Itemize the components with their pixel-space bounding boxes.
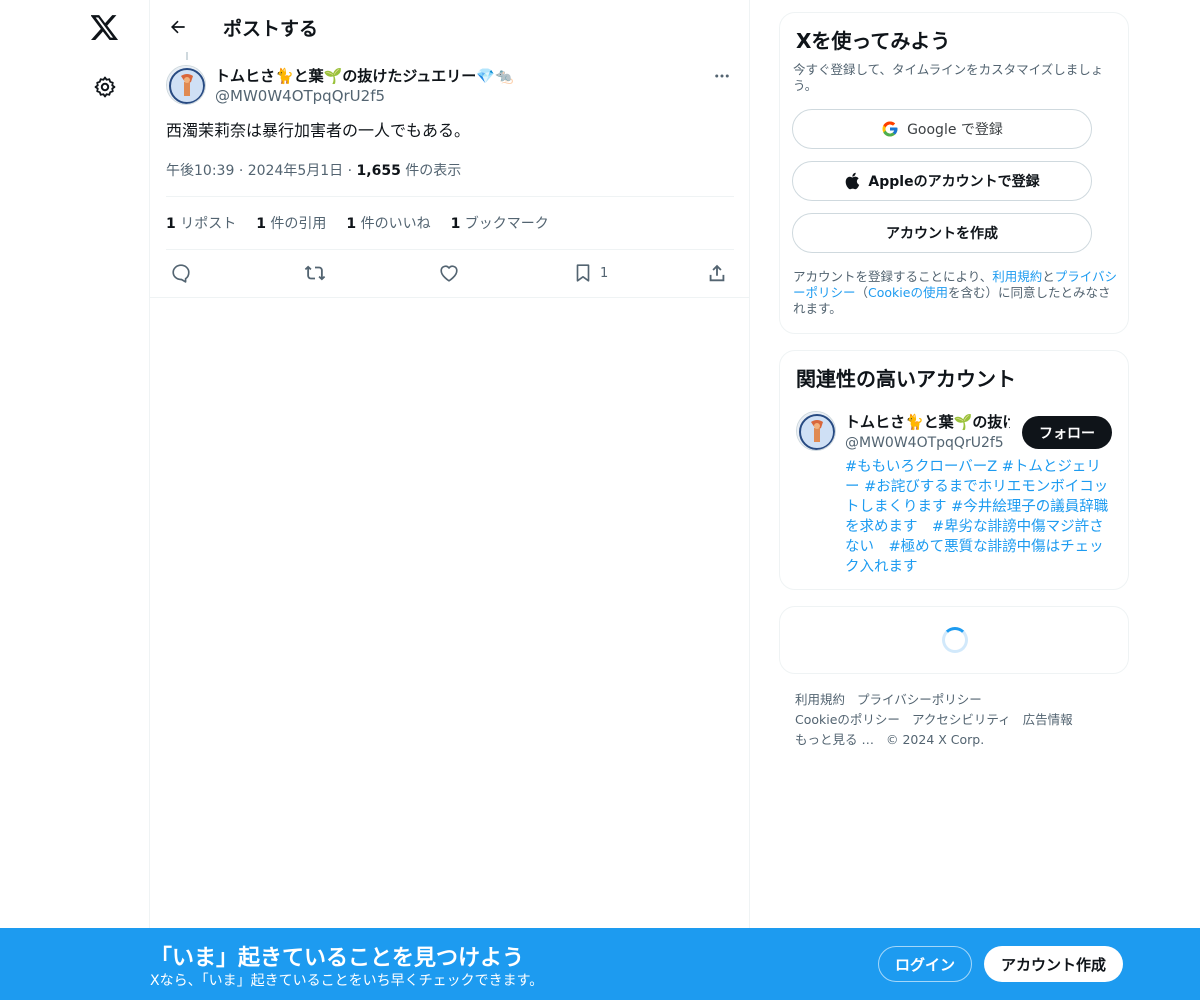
terms-mid: （ (855, 285, 869, 300)
bookmark-icon (576, 264, 590, 282)
banner-subtitle: Xなら、「いま」起きていることをいち早くチェックできます。 (150, 973, 544, 989)
terms-prefix: アカウントを登録することにより、 (793, 269, 993, 284)
tweet-actions: 1 (166, 260, 734, 286)
quotes-stat[interactable]: 1 件の引用 (256, 213, 326, 233)
arrow-left-icon (171, 20, 185, 34)
x-logo-icon[interactable] (80, 8, 130, 48)
related-account-handle[interactable]: @MW0W4OTpqQrU2f5 (845, 435, 1004, 451)
tweet-text: 西濁茉莉奈は暴行加害者の一人でもある。 (166, 121, 471, 140)
trends-loading-card (779, 606, 1129, 674)
tweet-date[interactable]: 2024年5月1日 (248, 163, 343, 179)
google-signup-label: Google で登録 (907, 122, 1003, 138)
back-button[interactable] (162, 11, 194, 43)
views-label: 件の表示 (400, 163, 462, 179)
divider (166, 196, 734, 197)
thread-line (186, 52, 188, 60)
more-button[interactable] (710, 64, 734, 88)
author-handle[interactable]: @MW0W4OTpqQrU2f5 (215, 87, 385, 105)
author-name[interactable]: トムヒさ🐈と葉🌱の抜けたジュエリー💎🐀 (215, 65, 514, 86)
likes-stat[interactable]: 1 件のいいね (346, 213, 430, 233)
signup-title: Xを使ってみよう (796, 29, 951, 53)
divider (166, 249, 734, 250)
reposts-count: 1 (166, 216, 176, 232)
bookmarks-stat[interactable]: 1 ブックマーク (451, 213, 549, 233)
share-button[interactable] (706, 260, 728, 286)
footer-more-link[interactable]: もっと見る … (795, 732, 874, 747)
terms-and: と (1042, 269, 1055, 284)
bookmark-button[interactable]: 1 (572, 260, 608, 286)
like-button[interactable] (438, 260, 460, 286)
bookmarks-count: 1 (450, 216, 461, 232)
repost-icon (304, 265, 326, 281)
signup-subtitle: 今すぐ登録して、タイムラインをカスタマイズしましょう。 (793, 62, 1104, 93)
follow-button[interactable]: フォロー (1022, 416, 1112, 449)
main-column: ポストする トムヒさ🐈と葉🌱の抜けたジュエリー💎🐀 @MW0W4OTpqQrU2… (149, 0, 750, 1000)
create-account-label: アカウントを作成 (886, 226, 998, 242)
create-account-button[interactable]: アカウントを作成 (792, 213, 1092, 253)
tweet-stats: 1 リポスト 1 件の引用 1 件のいいね 1 ブックマーク (166, 213, 549, 233)
avatar[interactable] (166, 65, 206, 105)
login-button[interactable]: ログイン (878, 946, 972, 982)
gear-icon[interactable] (85, 67, 125, 107)
avatar[interactable] (796, 411, 836, 451)
bookmark-count: 1 (600, 265, 609, 281)
apple-icon (846, 172, 860, 190)
related-account-name[interactable]: トムヒさ🐈と葉🌱の抜けたジュエリー💎🐀 (845, 411, 1010, 432)
divider (150, 297, 750, 298)
footer-cookie-link[interactable]: Cookieのポリシー (795, 712, 900, 727)
likes-count: 1 (346, 216, 357, 232)
footer-ads-link[interactable]: 広告情報 (1023, 712, 1073, 727)
banner-signup-button[interactable]: アカウント作成 (984, 946, 1123, 982)
related-title: 関連性の高いアカウント (796, 367, 1016, 391)
signup-banner: 「いま」起きていることを見つけよう Xなら、「いま」起きていることをいち早くチェ… (0, 928, 1200, 1000)
apple-signup-button[interactable]: Appleのアカウントで登録 (792, 161, 1092, 201)
related-account-bio[interactable]: #ももいろクローバーZ #トムとジェリー #お詫びするまでホリエモンボイコットし… (845, 457, 1115, 577)
google-icon (882, 121, 898, 137)
quotes-count: 1 (256, 216, 266, 232)
reposts-stat[interactable]: 1 リポスト (166, 213, 236, 233)
heart-icon (440, 265, 458, 282)
bookmarks-label: ブックマーク (460, 216, 549, 232)
footer-accessibility-link[interactable]: アクセシビリティ (912, 712, 1011, 727)
likes-label: 件のいいね (356, 216, 431, 232)
footer-links: 利用規約 プライバシーポリシー Cookieのポリシー アクセシビリティ 広告情報 も… (795, 690, 1125, 750)
tweet-header: トムヒさ🐈と葉🌱の抜けたジュエリー💎🐀 @MW0W4OTpqQrU2f5 (166, 64, 734, 108)
signup-card: Xを使ってみよう 今すぐ登録して、タイムラインをカスタマイズしましょう。 Goo… (779, 12, 1129, 334)
reply-button[interactable] (170, 260, 192, 286)
cookie-link[interactable]: Cookieの使用 (868, 285, 948, 300)
meta-separator: · (238, 163, 248, 179)
tweet-meta: 午後10:39 · 2024年5月1日 · 1,655 件の表示 (166, 160, 461, 180)
related-accounts-card: 関連性の高いアカウント トムヒさ🐈と葉🌱の抜けたジュエリー💎🐀 @MW0W4OT… (779, 350, 1129, 590)
more-horizontal-icon (715, 74, 729, 78)
terms-link[interactable]: 利用規約 (992, 269, 1042, 284)
google-signup-button[interactable]: Google で登録 (792, 109, 1092, 149)
apple-signup-label: Appleのアカウントで登録 (868, 174, 1040, 190)
left-nav (0, 0, 150, 1000)
page-title: ポストする (223, 18, 319, 40)
reposts-label: リポスト (175, 216, 237, 232)
footer-terms-link[interactable]: 利用規約 (795, 692, 845, 707)
repost-button[interactable] (304, 260, 326, 286)
banner-title: 「いま」起きていることを見つけよう (150, 946, 525, 971)
tweet-time[interactable]: 午後10:39 (166, 163, 234, 179)
top-bar: ポストする (150, 0, 750, 53)
share-icon (709, 264, 725, 282)
terms-text: アカウントを登録することにより、利用規約とプライバシーポリシー（Cookieの使… (793, 269, 1119, 317)
quotes-label: 件の引用 (265, 216, 327, 232)
loading-spinner-icon (942, 627, 968, 653)
footer-privacy-link[interactable]: プライバシーポリシー (857, 692, 982, 707)
footer-copyright: © 2024 X Corp. (885, 732, 985, 747)
views-count: 1,655 (356, 163, 401, 179)
meta-separator: · (347, 163, 357, 179)
reply-icon (172, 264, 190, 283)
